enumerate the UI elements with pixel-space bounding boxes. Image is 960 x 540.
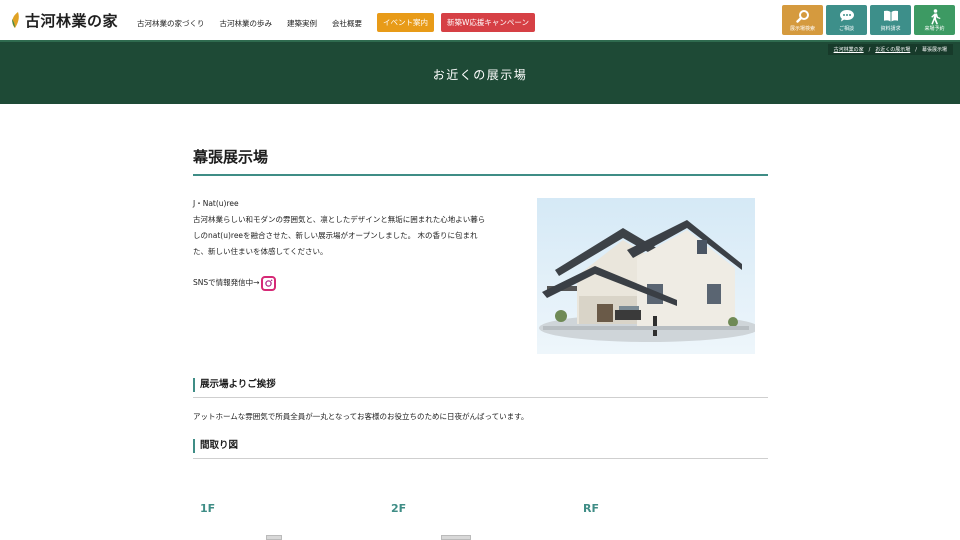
breadcrumb-showrooms[interactable]: お近くの展示場 <box>875 46 910 53</box>
floorplan-section-heading: 間取り図 <box>193 439 768 459</box>
breadcrumb-separator: / <box>868 46 871 53</box>
page-title: 幕張展示場 <box>193 148 269 166</box>
site-header: 古河林業の家 古河林業の家づくり 古河林業の歩み 建築実例 会社概要 イベント案… <box>0 0 960 40</box>
description-line: た、新しい住まいを体感してください。 <box>193 247 328 256</box>
event-button[interactable]: イベント案内 <box>377 13 434 32</box>
leaf-logo-icon <box>9 11 21 29</box>
greeting-heading-text: 展示場よりご挨拶 <box>200 379 276 390</box>
sns-row: SNSで情報発信中→ <box>193 275 277 291</box>
nav-item-works[interactable]: 建築実例 <box>287 18 317 29</box>
nav-item-housebuilding[interactable]: 古河林業の家づくり <box>137 18 205 29</box>
band-title: お近くの展示場 <box>432 68 528 82</box>
book-icon <box>883 10 898 22</box>
floorplan-2f-thumbnail[interactable] <box>441 535 471 540</box>
site-logo[interactable]: 古河林業の家 <box>9 9 118 31</box>
showroom-search-button[interactable]: 展示場検索 <box>782 5 823 35</box>
chat-icon <box>839 10 854 22</box>
title-divider <box>193 174 768 176</box>
description-line: J・Nat(u)ree <box>193 199 239 208</box>
description-line: 古河林業らしい和モダンの雰囲気と、凛としたデザインと無垢に囲まれた心地よい暮ら <box>193 215 486 224</box>
sns-text: SNSで情報発信中→ <box>193 278 260 287</box>
global-nav: 古河林業の家づくり 古河林業の歩み 建築実例 会社概要 イベント案内 新築W応援… <box>137 13 542 33</box>
breadcrumb-separator: / <box>915 46 917 53</box>
breadcrumb-home[interactable]: 古河林業の家 <box>834 46 864 53</box>
nav-item-history[interactable]: 古河林業の歩み <box>220 18 273 29</box>
page-title-band: 古河林業の家 / お近くの展示場 / 幕張展示場 お近くの展示場 <box>0 40 960 104</box>
floorplan-heading-text: 間取り図 <box>200 440 239 451</box>
breadcrumb: 古河林業の家 / お近くの展示場 / 幕張展示場 <box>827 44 953 55</box>
description-line: しのnat(u)reeを融合させた、新しい展示場がオープンしました。 木の香りに… <box>193 231 478 240</box>
nav-item-company[interactable]: 会社概要 <box>332 18 362 29</box>
heading-accent-bar <box>193 378 195 392</box>
quick-link-label: ご相談 <box>838 26 854 32</box>
floorplan-1f-thumbnail[interactable] <box>266 535 282 540</box>
quick-link-label: 来場予約 <box>924 26 945 32</box>
showroom-description: J・Nat(u)ree 古河林業らしい和モダンの雰囲気と、凛としたデザインと無垢… <box>193 196 513 260</box>
brochure-request-button[interactable]: 資料請求 <box>870 5 911 35</box>
consult-button[interactable]: ご相談 <box>826 5 867 35</box>
floor-label-rf: RF <box>583 502 599 515</box>
floor-label-2f: 2F <box>391 502 407 515</box>
quick-link-label: 資料請求 <box>880 26 901 32</box>
greeting-section-heading: 展示場よりご挨拶 <box>193 378 768 398</box>
breadcrumb-current: 幕張展示場 <box>921 47 947 53</box>
floor-label-1f: 1F <box>200 502 216 515</box>
greeting-text: アットホームな雰囲気で所員全員が一丸となってお客様のお役立ちのために日夜がんばっ… <box>193 412 529 421</box>
showroom-photo <box>537 198 755 354</box>
instagram-icon[interactable] <box>261 275 277 291</box>
visit-reservation-button[interactable]: 来場予約 <box>914 5 955 35</box>
quick-link-label: 展示場検索 <box>789 26 815 32</box>
heading-accent-bar <box>193 439 195 453</box>
search-icon <box>795 10 809 23</box>
campaign-button[interactable]: 新築W応援キャンペーン <box>441 13 536 32</box>
logo-text: 古河林業の家 <box>25 11 119 30</box>
walking-person-icon <box>930 9 940 25</box>
